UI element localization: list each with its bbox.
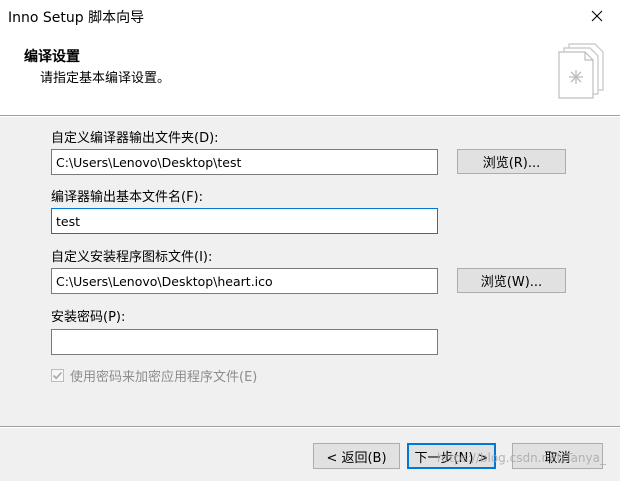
password-label: 安装密码(P):	[51, 310, 126, 325]
page-subtitle: 请指定基本编译设置。	[40, 71, 171, 86]
encrypt-label: 使用密码来加密应用程序文件(E)	[70, 370, 258, 385]
wizard-pages-icon	[558, 43, 604, 99]
output-folder-input[interactable]	[51, 149, 438, 175]
setup-icon-label: 自定义安装程序图标文件(I):	[51, 250, 213, 265]
back-button[interactable]: < 返回(B)	[313, 443, 400, 469]
encrypt-checkbox[interactable]	[51, 369, 64, 382]
page-title: 编译设置	[24, 49, 80, 65]
close-button[interactable]	[574, 0, 620, 31]
output-basename-label: 编译器输出基本文件名(F):	[51, 190, 204, 205]
encrypt-option[interactable]: 使用密码来加密应用程序文件(E)	[51, 366, 257, 385]
window-title: Inno Setup 脚本向导	[8, 10, 145, 26]
title-bar: Inno Setup 脚本向导	[0, 0, 620, 31]
password-input[interactable]	[51, 329, 438, 355]
output-basename-input[interactable]	[51, 208, 438, 234]
output-folder-label: 自定义编译器输出文件夹(D):	[51, 131, 219, 146]
next-button[interactable]: 下一步(N) >	[407, 443, 496, 469]
cancel-button[interactable]: 取消	[512, 443, 603, 469]
checkmark-icon	[52, 371, 63, 380]
browse-output-folder-button[interactable]: 浏览(R)...	[457, 149, 566, 174]
setup-icon-input[interactable]	[51, 268, 438, 294]
wizard-header: 编译设置 请指定基本编译设置。	[0, 31, 620, 115]
close-icon	[591, 10, 603, 21]
browse-icon-button[interactable]: 浏览(W)...	[457, 268, 566, 293]
